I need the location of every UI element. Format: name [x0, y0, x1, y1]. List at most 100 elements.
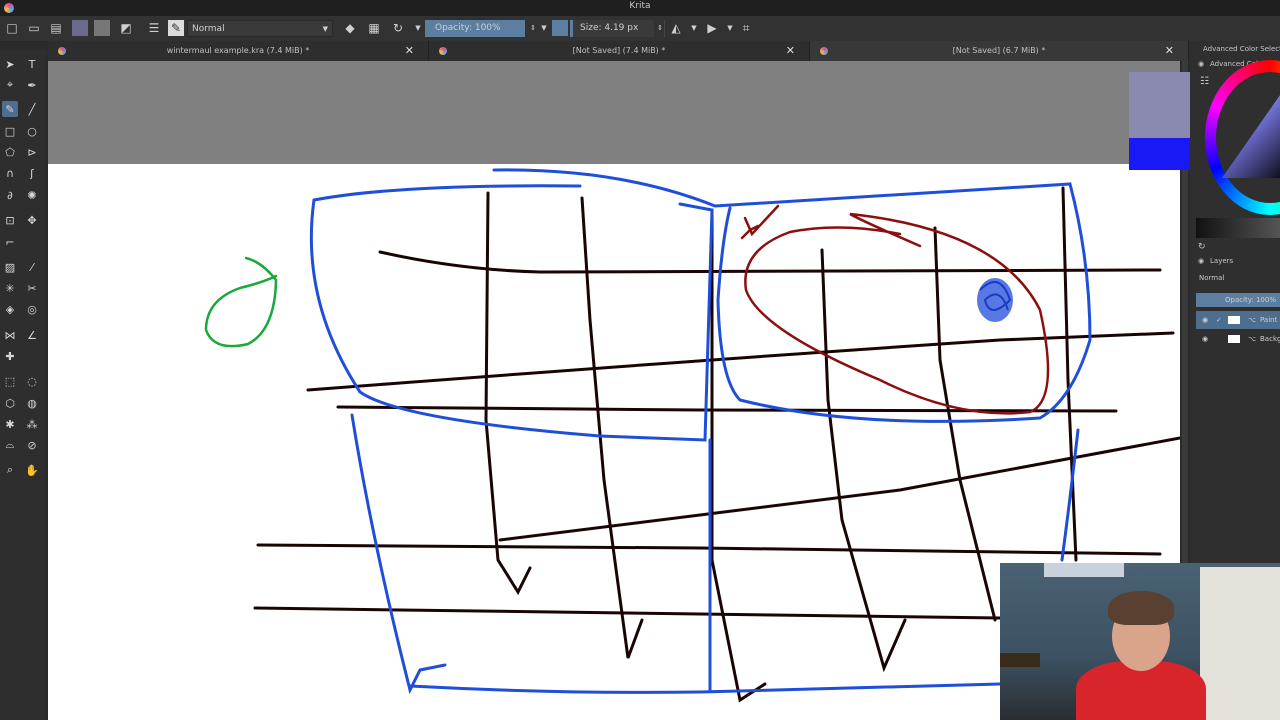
size-slider[interactable]: Size: 4.19 px — [570, 20, 654, 37]
select-shapes-icon[interactable]: ➤ — [2, 56, 18, 72]
tab-document-1[interactable]: wintermaul example.kra (7.4 MiB) * ✕ — [48, 41, 429, 61]
freehand-path-icon[interactable]: ʃ — [24, 165, 40, 181]
save-icon[interactable]: ▤ — [48, 20, 64, 36]
layer-name: Paint Layer — [1260, 316, 1280, 324]
measure-tool-icon[interactable]: ∠ — [24, 327, 40, 343]
docker-lock-icon[interactable]: ◉ — [1198, 60, 1204, 68]
ellipse-select-icon[interactable]: ◌ — [24, 373, 40, 389]
layers-opacity-slider[interactable]: Opacity: 100% — [1196, 293, 1280, 307]
freehand-select-icon[interactable]: ◍ — [24, 395, 40, 411]
rect-select-icon[interactable]: ⬚ — [2, 373, 18, 389]
bezier-select-icon[interactable]: ⌓ — [2, 437, 18, 453]
close-icon[interactable]: ✕ — [405, 41, 414, 61]
freehand-brush-icon[interactable]: ✎ — [2, 101, 18, 117]
polygon-tool-icon[interactable]: ⬠ — [2, 144, 18, 160]
opacity-slider[interactable]: Opacity: 100% — [425, 20, 525, 37]
eraser-icon[interactable]: ◆ — [342, 20, 358, 36]
ellipse-tool-icon[interactable]: ○ — [24, 123, 40, 139]
webcam-overlay — [1000, 563, 1280, 720]
layers-lock-icon[interactable]: ◉ — [1198, 257, 1204, 265]
enclose-fill-icon[interactable]: ◎ — [24, 301, 40, 317]
gradient-icon[interactable] — [94, 20, 110, 36]
magnetic-select-icon[interactable]: ⊘ — [24, 437, 40, 453]
webcam-window — [1044, 563, 1124, 577]
size-label: Size: 4.19 px — [580, 23, 639, 33]
chevron-down-icon[interactable]: ▼ — [536, 20, 552, 36]
blend-mode-value: Normal — [192, 24, 225, 34]
bezier-tool-icon[interactable]: ∩ — [2, 165, 18, 181]
new-document-icon[interactable]: □ — [4, 20, 20, 36]
zoom-tool-icon[interactable]: ⌕ — [2, 462, 18, 478]
title-bar: Krita — [0, 0, 1280, 16]
reference-images-icon[interactable]: ✚ — [2, 348, 18, 364]
tab-label: [Not Saved] (7.4 MiB) * — [572, 46, 666, 55]
polygon-select-icon[interactable]: ⬡ — [2, 395, 18, 411]
close-icon[interactable]: ✕ — [786, 41, 795, 61]
colorize-mask-icon[interactable]: ✳ — [2, 280, 18, 296]
brush-preset-icon[interactable]: ✎ — [168, 20, 184, 36]
transform-tool-icon[interactable]: ⊡ — [2, 212, 18, 228]
krita-document-icon — [439, 47, 447, 55]
brush-settings-icon[interactable]: ☰ — [146, 20, 162, 36]
alpha-lock-icon[interactable]: ▦ — [366, 20, 382, 36]
chevron-down-icon[interactable]: ▼ — [410, 20, 426, 36]
rectangle-tool-icon[interactable]: □ — [2, 123, 18, 139]
layers-title: Layers — [1210, 257, 1234, 265]
move-tool-icon[interactable]: ✥ — [24, 212, 40, 228]
smart-patch-icon[interactable]: ✂ — [24, 280, 40, 296]
edit-shapes-icon[interactable]: ⌖ — [2, 77, 18, 93]
visibility-eye-icon[interactable]: ◉ — [1202, 311, 1208, 329]
krita-document-icon — [820, 47, 828, 55]
reload-preset-icon[interactable]: ↻ — [390, 20, 406, 36]
tab-document-2[interactable]: [Not Saved] (7.4 MiB) * ✕ — [429, 41, 810, 61]
layer-row-paint[interactable]: ◉ ✓ ⌥ Paint Layer — [1196, 311, 1280, 329]
previous-color-swatch[interactable] — [1129, 72, 1195, 138]
webcam-person-hair — [1108, 591, 1174, 625]
chevron-down-icon[interactable]: ▼ — [686, 20, 702, 36]
fill-tool-icon[interactable]: ◈ — [2, 301, 18, 317]
polyline-tool-icon[interactable]: ⊳ — [24, 144, 40, 160]
color-picker-icon[interactable]: ⁄ — [24, 259, 40, 275]
crop-tool-icon[interactable]: ⌐ — [2, 234, 18, 250]
layers-opacity-label: Opacity: 100% — [1224, 296, 1276, 304]
blend-mode-select[interactable]: Normal ▼ — [187, 20, 333, 37]
text-tool-icon[interactable]: T — [24, 56, 40, 72]
close-icon[interactable]: ✕ — [1165, 41, 1174, 61]
flow-indicator-icon[interactable] — [552, 20, 568, 36]
calligraphy-icon[interactable]: ✒ — [24, 77, 40, 93]
green-stroke — [204, 256, 278, 348]
layer-thumbnail — [1228, 316, 1240, 324]
contiguous-select-icon[interactable]: ✱ — [2, 416, 18, 432]
webcam-table — [1000, 653, 1040, 667]
slider-stepper-icon[interactable]: ⇕ — [652, 20, 668, 36]
open-document-icon[interactable]: ▭ — [26, 20, 42, 36]
layer-row-background[interactable]: ◉ ⌥ Background — [1196, 330, 1280, 348]
assistant-tool-icon[interactable]: ⋈ — [2, 327, 18, 343]
current-color-swatch[interactable] — [1129, 138, 1195, 170]
wrap-around-icon[interactable]: ⌗ — [738, 20, 754, 36]
tab-label: wintermaul example.kra (7.4 MiB) * — [166, 46, 310, 55]
line-tool-icon[interactable]: ╱ — [24, 101, 40, 117]
color-settings-icon[interactable]: ☷ — [1200, 76, 1209, 87]
color-swatch-preview — [1129, 72, 1195, 170]
pan-tool-icon[interactable]: ✋ — [24, 462, 40, 478]
check-icon[interactable]: ✓ — [1216, 311, 1222, 329]
visibility-eye-icon[interactable]: ◉ — [1202, 330, 1208, 348]
mirror-horizontal-icon[interactable]: ◭ — [668, 20, 684, 36]
refresh-icon[interactable]: ↻ — [1198, 242, 1206, 252]
layer-name: Background — [1260, 335, 1280, 343]
dynamic-brush-icon[interactable]: ∂ — [2, 187, 18, 203]
webcam-door — [1200, 567, 1280, 720]
chevron-down-icon[interactable]: ▼ — [722, 20, 738, 36]
toolbox: ➤ T ⌖ ✒ ✎ ╱ □ ○ ⬠ ⊳ ∩ ʃ ∂ ✺ ⊡ ✥ ⌐ ▨ ⁄ ✳ … — [0, 50, 46, 720]
window-title: Krita — [629, 1, 651, 11]
tab-document-3[interactable]: [Not Saved] (6.7 MiB) * ✕ — [810, 41, 1189, 61]
layers-blend-mode[interactable]: Normal — [1199, 274, 1224, 282]
fg-bg-color-icon[interactable]: ◩ — [118, 20, 134, 36]
mirror-vertical-icon[interactable]: ▶ — [704, 20, 720, 36]
pattern-icon[interactable] — [72, 20, 88, 36]
similar-select-icon[interactable]: ⁂ — [24, 416, 40, 432]
gradient-tool-icon[interactable]: ▨ — [2, 259, 18, 275]
multibrush-icon[interactable]: ✺ — [24, 187, 40, 203]
color-gradient-bar[interactable] — [1196, 218, 1280, 238]
